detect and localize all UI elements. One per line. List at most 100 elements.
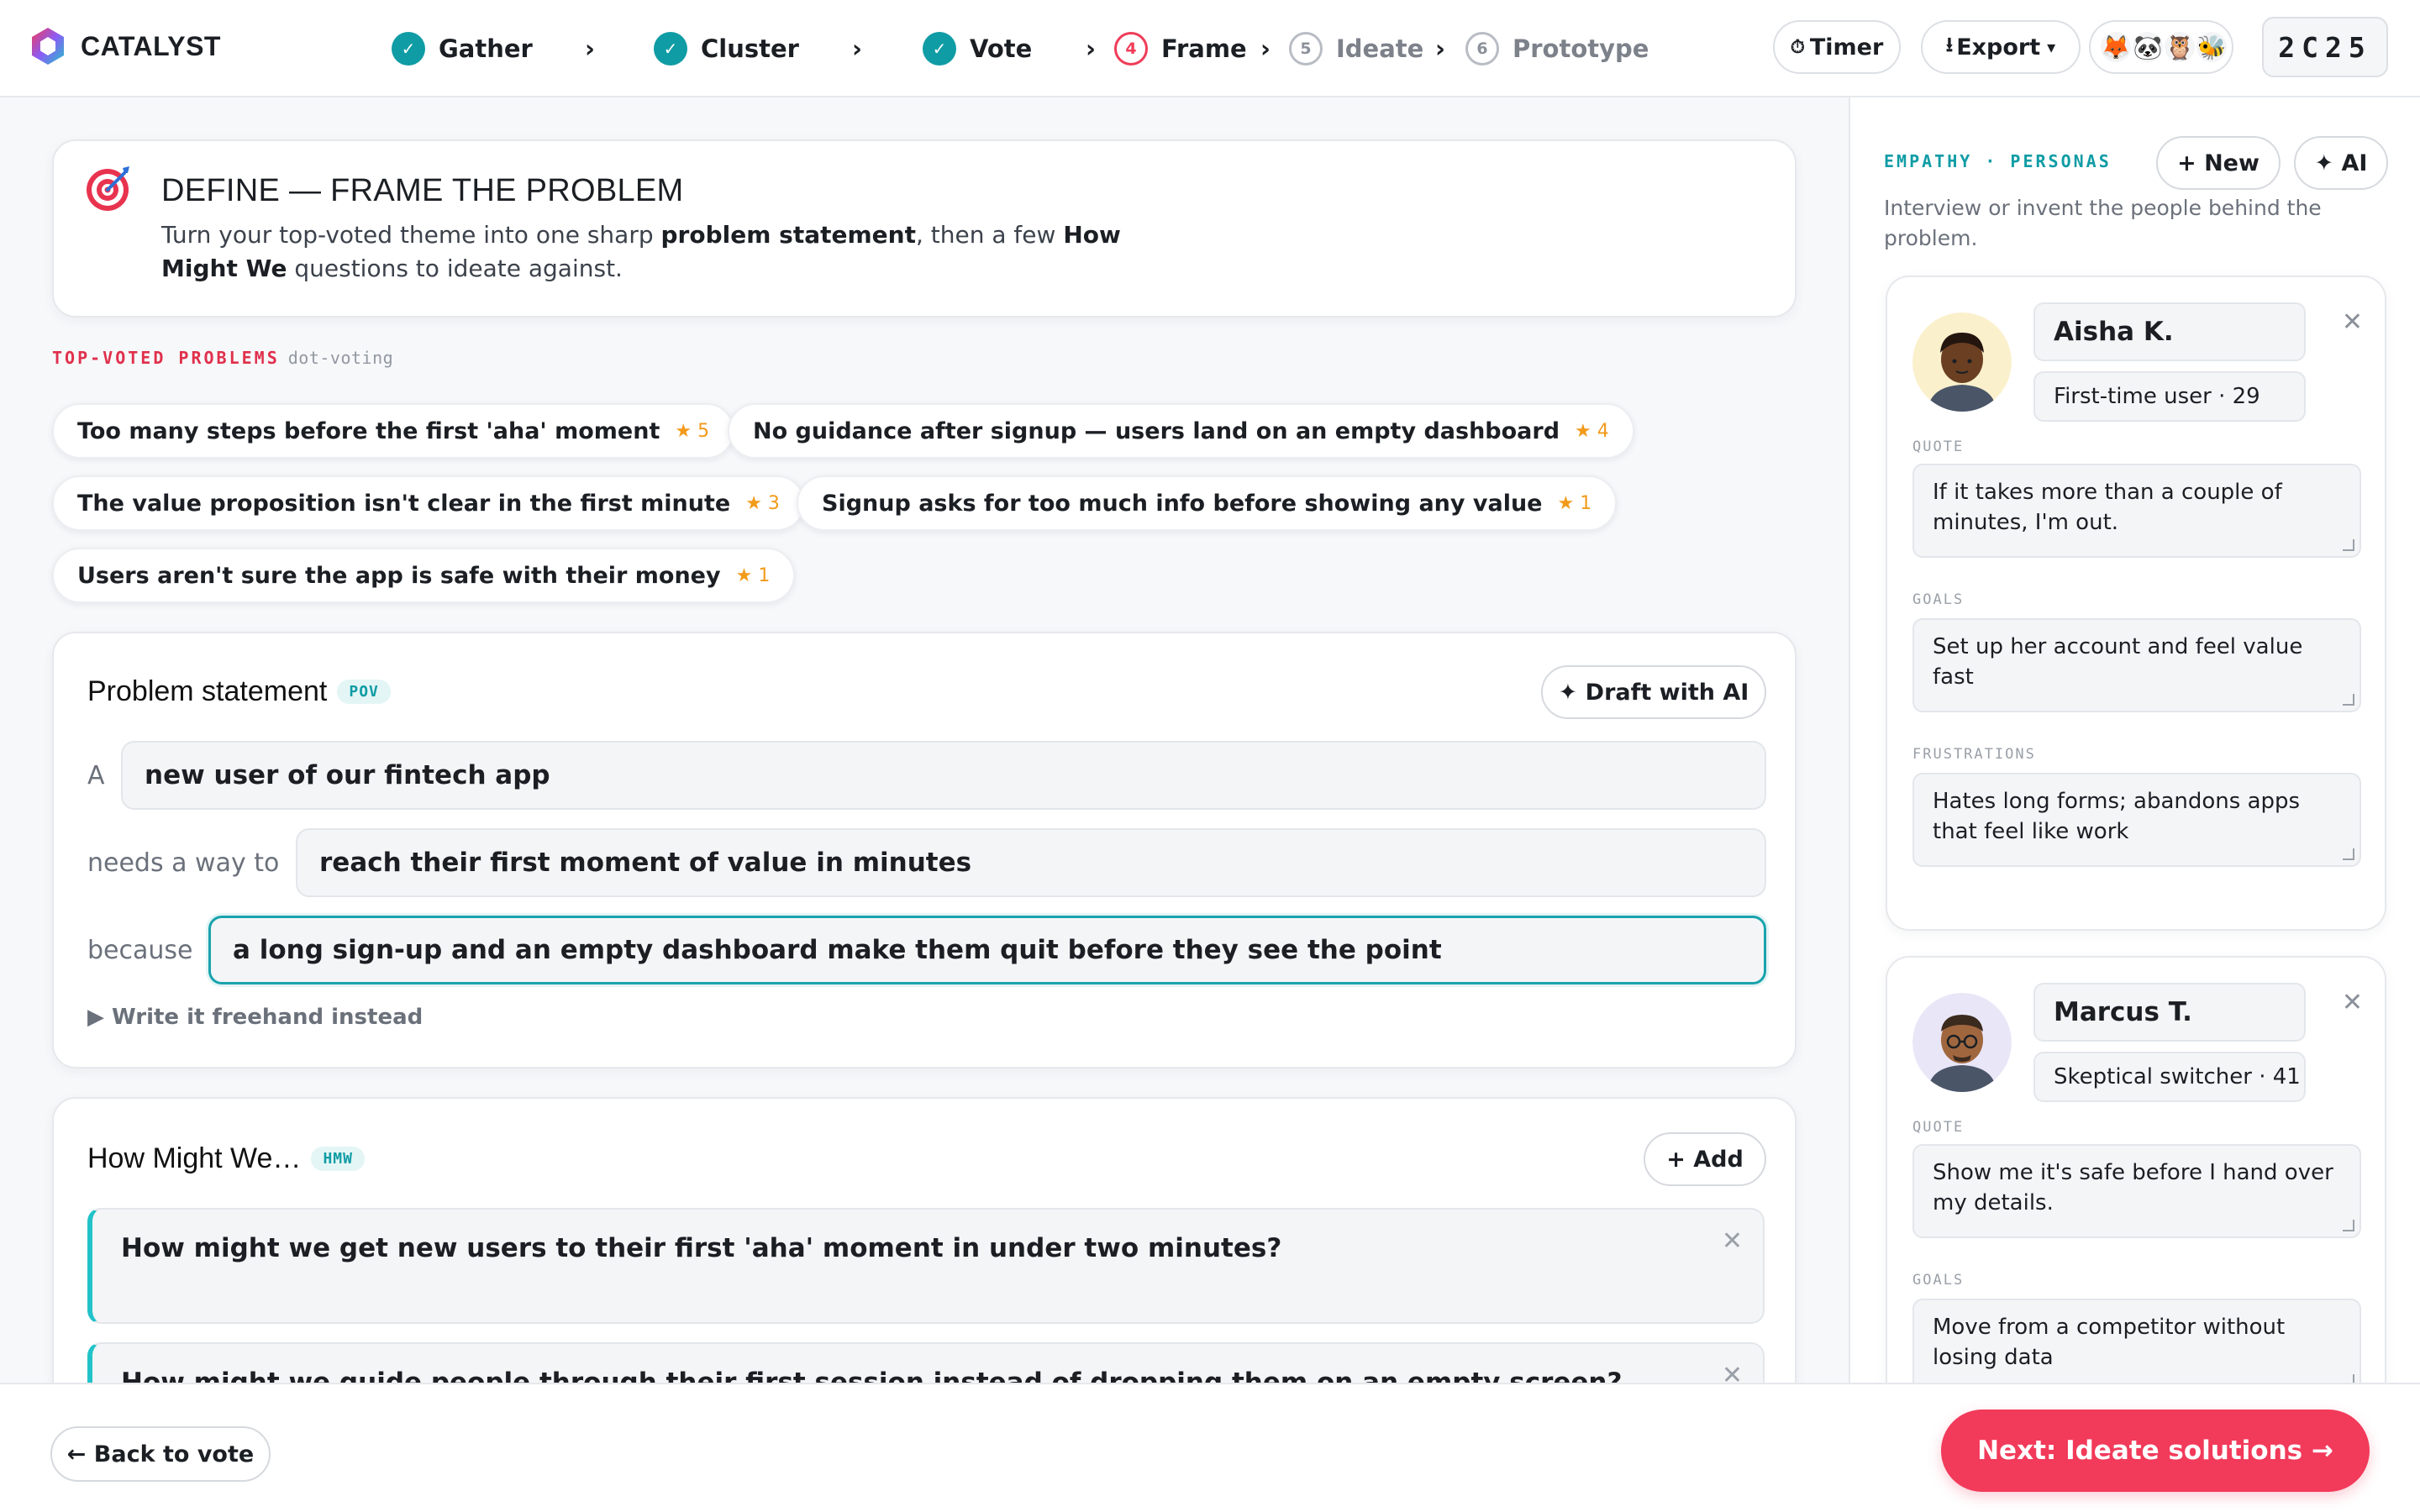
goals-field[interactable]: Move from a competitor without losing da… — [1912, 1299, 2361, 1383]
goals-label: GOALS — [1912, 1272, 1965, 1289]
catalyst-logo-icon — [32, 28, 64, 65]
persona-name-field[interactable]: Marcus T. — [2033, 983, 2306, 1042]
quote-label: QUOTE — [1912, 438, 1965, 455]
step-number-badge: 6 — [1465, 32, 1499, 66]
hmw-title: How Might We… HMW — [87, 1142, 365, 1175]
export-label: Export — [1956, 34, 2041, 60]
top-voted-label: TOP-VOTED PROBLEMS dot-voting — [52, 348, 394, 368]
frustrations-field[interactable]: Hates long forms; abandons apps that fee… — [1912, 773, 2361, 867]
goals-field[interactable]: Set up her account and feel value fast — [1912, 618, 2361, 712]
step-cluster[interactable]: ✓ Cluster — [654, 30, 799, 67]
quote-label: QUOTE — [1912, 1119, 1965, 1136]
download-icon: ⭳ — [1945, 32, 1954, 56]
step-label: Gather — [439, 34, 533, 63]
goals-label: GOALS — [1912, 591, 1965, 608]
avatar-bee: 🐝 — [2195, 30, 2228, 64]
step-frame[interactable]: 4 Frame — [1114, 30, 1247, 67]
chevron-down-icon: ▾ — [2047, 37, 2056, 57]
step-label: Frame — [1161, 34, 1247, 63]
step-prototype[interactable]: 6 Prototype — [1465, 30, 1649, 67]
vote-count: ★ 4 — [1575, 420, 1609, 442]
hmw-text[interactable]: How might we get new users to their firs… — [121, 1233, 1281, 1263]
persona-card: Aisha K. First-time user · 29 ✕ QUOTE If… — [1886, 276, 2386, 931]
problem-chip[interactable]: No guidance after signup — users land on… — [728, 403, 1634, 459]
export-button[interactable]: ⭳ Export ▾ — [1921, 20, 2081, 74]
problem-chip[interactable]: Signup asks for too much info before sho… — [797, 475, 1618, 531]
personas-panel: EMPATHY · PERSONAS + New ✦ AI Interview … — [1849, 97, 2420, 1383]
back-to-vote-button[interactable]: ← Back to vote — [50, 1426, 271, 1482]
define-intro-card: DEFINE — FRAME THE PROBLEM Turn your top… — [52, 139, 1797, 318]
chip-text: Signup asks for too much info before sho… — [822, 490, 1543, 517]
top-bar: CATALYST ✓ Gather › ✓ Cluster › ✓ Vote ›… — [0, 0, 2420, 97]
problem-chip[interactable]: Users aren't sure the app is safe with t… — [52, 548, 796, 603]
personas-label: EMPATHY · PERSONAS — [1884, 151, 2112, 171]
app-logo[interactable]: CATALYST — [27, 25, 221, 67]
persona-avatar — [1912, 312, 2012, 412]
step-label: Vote — [970, 34, 1033, 63]
problem-statement-title: Problem statement POV — [87, 675, 391, 708]
bottom-bar: ← Back to vote Next: Ideate solutions → — [0, 1383, 2420, 1512]
draft-with-ai-button[interactable]: ✦ Draft with AI — [1541, 665, 1766, 719]
vote-count: ★ 1 — [735, 564, 771, 586]
pov-label-a: A — [87, 761, 105, 790]
pov-insight-field[interactable]: a long sign-up and an empty dashboard ma… — [208, 916, 1766, 984]
freehand-toggle[interactable]: ▶ Write it freehand instead — [87, 1005, 423, 1030]
timer-label: Timer — [1809, 34, 1884, 60]
persona-avatar — [1912, 993, 2012, 1092]
add-hmw-button[interactable]: + Add — [1644, 1132, 1766, 1186]
app-name: CATALYST — [81, 30, 221, 61]
new-persona-button[interactable]: + New — [2156, 136, 2281, 190]
quote-field[interactable]: Show me it's safe before I hand over my … — [1912, 1144, 2361, 1238]
step-number-badge: 4 — [1114, 32, 1148, 66]
stopwatch-icon: ⏱ — [1790, 36, 1805, 58]
page-description: Turn your top-voted theme into one sharp… — [161, 221, 1121, 282]
participant-avatars[interactable]: 🦊 🐼 🦉 🐝 — [2089, 20, 2233, 74]
timer-button[interactable]: ⏱ Timer — [1773, 20, 1901, 74]
quote-field[interactable]: If it takes more than a couple of minute… — [1912, 464, 2361, 558]
pov-label-because: because — [87, 936, 193, 965]
vote-count: ★ 5 — [675, 420, 710, 442]
personas-description: Interview or invent the people behind th… — [1884, 196, 2322, 250]
frustrations-label: FRUSTRATIONS — [1912, 746, 2036, 763]
persona-role-field[interactable]: First-time user · 29 — [2033, 371, 2306, 422]
chevron-right-icon: › — [1086, 34, 1096, 63]
chip-text: Too many steps before the first 'aha' mo… — [77, 417, 660, 444]
page-title: DEFINE — FRAME THE PROBLEM — [161, 173, 684, 208]
vote-count: ★ 3 — [745, 492, 780, 514]
room-code[interactable]: 2C25 — [2262, 17, 2388, 77]
check-icon: ✓ — [392, 32, 425, 66]
close-icon[interactable]: ✕ — [2342, 988, 2363, 1017]
target-icon — [87, 166, 129, 211]
step-number-badge: 5 — [1289, 32, 1323, 66]
hmw-tag: HMW — [311, 1147, 365, 1171]
chip-text: The value proposition isn't clear in the… — [77, 490, 731, 517]
chevron-right-icon: › — [852, 34, 862, 63]
star-icon: ★ — [745, 492, 762, 514]
hmw-item[interactable]: How might we get new users to their firs… — [87, 1208, 1765, 1324]
pov-need-field[interactable]: reach their first moment of value in min… — [296, 828, 1766, 897]
next-ideate-button[interactable]: Next: Ideate solutions → — [1941, 1410, 2370, 1492]
avatar-panda: 🐼 — [2131, 30, 2165, 64]
chip-text: Users aren't sure the app is safe with t… — [77, 562, 721, 589]
pov-user-field[interactable]: new user of our fintech app — [121, 741, 1766, 810]
close-icon[interactable]: ✕ — [1722, 1226, 1743, 1256]
step-label: Ideate — [1336, 34, 1424, 63]
problem-statement-card: Problem statement POV ✦ Draft with AI A n… — [52, 632, 1797, 1068]
problem-chip[interactable]: The value proposition isn't clear in the… — [52, 475, 805, 531]
pov-label-needs: needs a way to — [87, 848, 280, 878]
chevron-right-icon: › — [1435, 34, 1445, 63]
step-gather[interactable]: ✓ Gather — [392, 30, 533, 67]
chip-text: No guidance after signup — users land on… — [753, 417, 1560, 444]
ai-persona-button[interactable]: ✦ AI — [2294, 136, 2388, 190]
step-label: Prototype — [1512, 34, 1649, 63]
star-icon: ★ — [675, 420, 692, 442]
step-ideate[interactable]: 5 Ideate — [1289, 30, 1423, 67]
problem-chip[interactable]: Too many steps before the first 'aha' mo… — [52, 403, 735, 459]
vote-count: ★ 1 — [1557, 492, 1592, 514]
step-vote[interactable]: ✓ Vote — [923, 30, 1032, 67]
persona-card: Marcus T. Skeptical switcher · 41 ✕ QUOT… — [1886, 956, 2386, 1383]
persona-role-field[interactable]: Skeptical switcher · 41 — [2033, 1052, 2306, 1102]
close-icon[interactable]: ✕ — [2342, 307, 2363, 337]
persona-name-field[interactable]: Aisha K. — [2033, 302, 2306, 361]
star-icon: ★ — [1575, 420, 1591, 442]
